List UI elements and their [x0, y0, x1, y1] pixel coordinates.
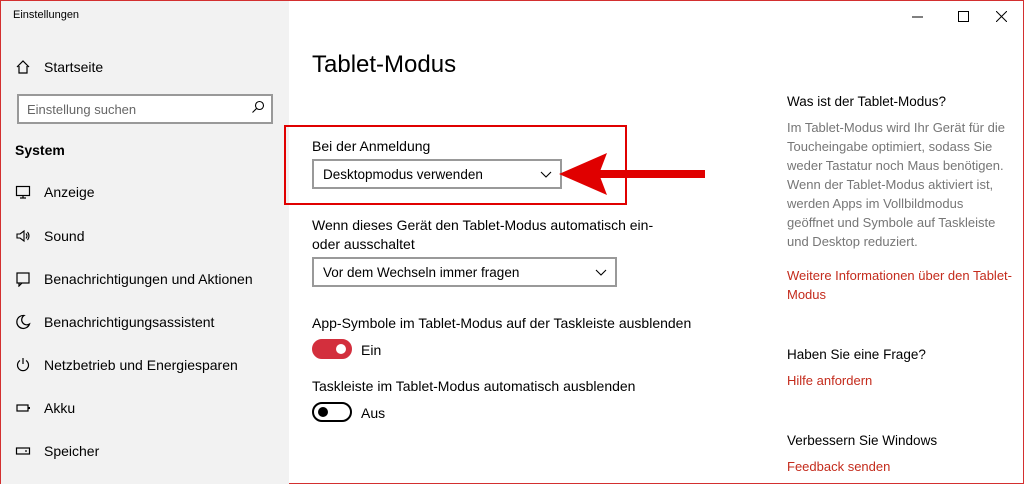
- sidebar-item-notifications[interactable]: Benachrichtigungen und Aktionen: [1, 264, 289, 294]
- sidebar-item-power[interactable]: Netzbetrieb und Energiesparen: [1, 350, 289, 380]
- minimize-button[interactable]: [895, 3, 939, 29]
- page-title: Tablet-Modus: [312, 51, 457, 78]
- about-heading: Was ist der Tablet-Modus?: [787, 94, 947, 109]
- sidebar-item-label: Speicher: [44, 443, 100, 459]
- sidebar-item-label: Startseite: [44, 59, 104, 75]
- sidebar-item-sound[interactable]: Sound: [1, 221, 289, 251]
- close-icon: [995, 10, 1007, 22]
- search-input[interactable]: [27, 101, 237, 117]
- power-icon: [15, 357, 31, 373]
- close-button[interactable]: [979, 3, 1023, 29]
- sidebar-item-home[interactable]: Startseite: [1, 52, 289, 82]
- sidebar-item-label: Benachrichtigungsassistent: [44, 314, 215, 330]
- app-title: Einstellungen: [13, 9, 80, 21]
- battery-icon: [15, 400, 31, 416]
- sidebar: Einstellungen Startseite System Anzeige: [1, 1, 289, 484]
- autohide-taskbar-toggle[interactable]: [312, 402, 352, 422]
- arrow-annotation: [559, 153, 705, 195]
- toggle-knob: [318, 407, 328, 417]
- auto-switch-dropdown-value: Vor dem Wechseln immer fragen: [323, 264, 520, 280]
- auto-switch-dropdown[interactable]: Vor dem Wechseln immer fragen: [312, 257, 617, 287]
- improve-heading: Verbessern Sie Windows: [787, 433, 938, 448]
- sidebar-item-focus-assist[interactable]: Benachrichtigungsassistent: [1, 307, 289, 337]
- learn-more-link[interactable]: Weitere Informationen über den Tablet-Mo…: [787, 266, 1012, 304]
- moon-icon: [15, 314, 31, 330]
- hide-app-icons-label: App-Symbole im Tablet-Modus auf der Task…: [312, 315, 692, 331]
- sidebar-item-label: Anzeige: [44, 184, 95, 200]
- sidebar-item-label: Akku: [44, 400, 76, 416]
- sidebar-item-display[interactable]: Anzeige: [1, 177, 289, 207]
- sidebar-section-title: System: [15, 142, 65, 158]
- minimize-icon: [911, 16, 923, 17]
- home-icon: [15, 59, 31, 75]
- monitor-icon: [15, 184, 31, 200]
- sidebar-item-storage[interactable]: Speicher: [1, 436, 289, 466]
- question-heading: Haben Sie eine Frage?: [787, 347, 926, 362]
- get-help-link[interactable]: Hilfe anfordern: [787, 371, 1012, 390]
- search-icon[interactable]: [251, 100, 265, 119]
- speaker-icon: [15, 228, 31, 244]
- settings-window: Einstellungen Startseite System Anzeige: [0, 0, 1024, 484]
- autohide-taskbar-label: Taskleiste im Tablet-Modus automatisch a…: [312, 378, 636, 394]
- sidebar-item-label: Netzbetrieb und Energiesparen: [44, 357, 238, 373]
- autohide-taskbar-state: Aus: [361, 405, 386, 421]
- storage-icon: [15, 443, 31, 459]
- auto-switch-label: Wenn dieses Gerät den Tablet-Modus autom…: [312, 217, 654, 252]
- sidebar-item-label: Sound: [44, 228, 85, 244]
- search-field[interactable]: [17, 94, 273, 124]
- hide-app-icons-state: Ein: [361, 342, 382, 358]
- sidebar-item-battery[interactable]: Akku: [1, 393, 289, 423]
- message-icon: [15, 271, 31, 287]
- toggle-knob: [336, 344, 346, 354]
- maximize-icon: [957, 10, 969, 22]
- chevron-down-icon: [595, 269, 607, 276]
- hide-app-icons-toggle[interactable]: [312, 339, 352, 359]
- sidebar-item-label: Benachrichtigungen und Aktionen: [44, 271, 253, 287]
- about-text: Im Tablet-Modus wird Ihr Gerät für die T…: [787, 120, 1005, 249]
- feedback-link[interactable]: Feedback senden: [787, 457, 1012, 476]
